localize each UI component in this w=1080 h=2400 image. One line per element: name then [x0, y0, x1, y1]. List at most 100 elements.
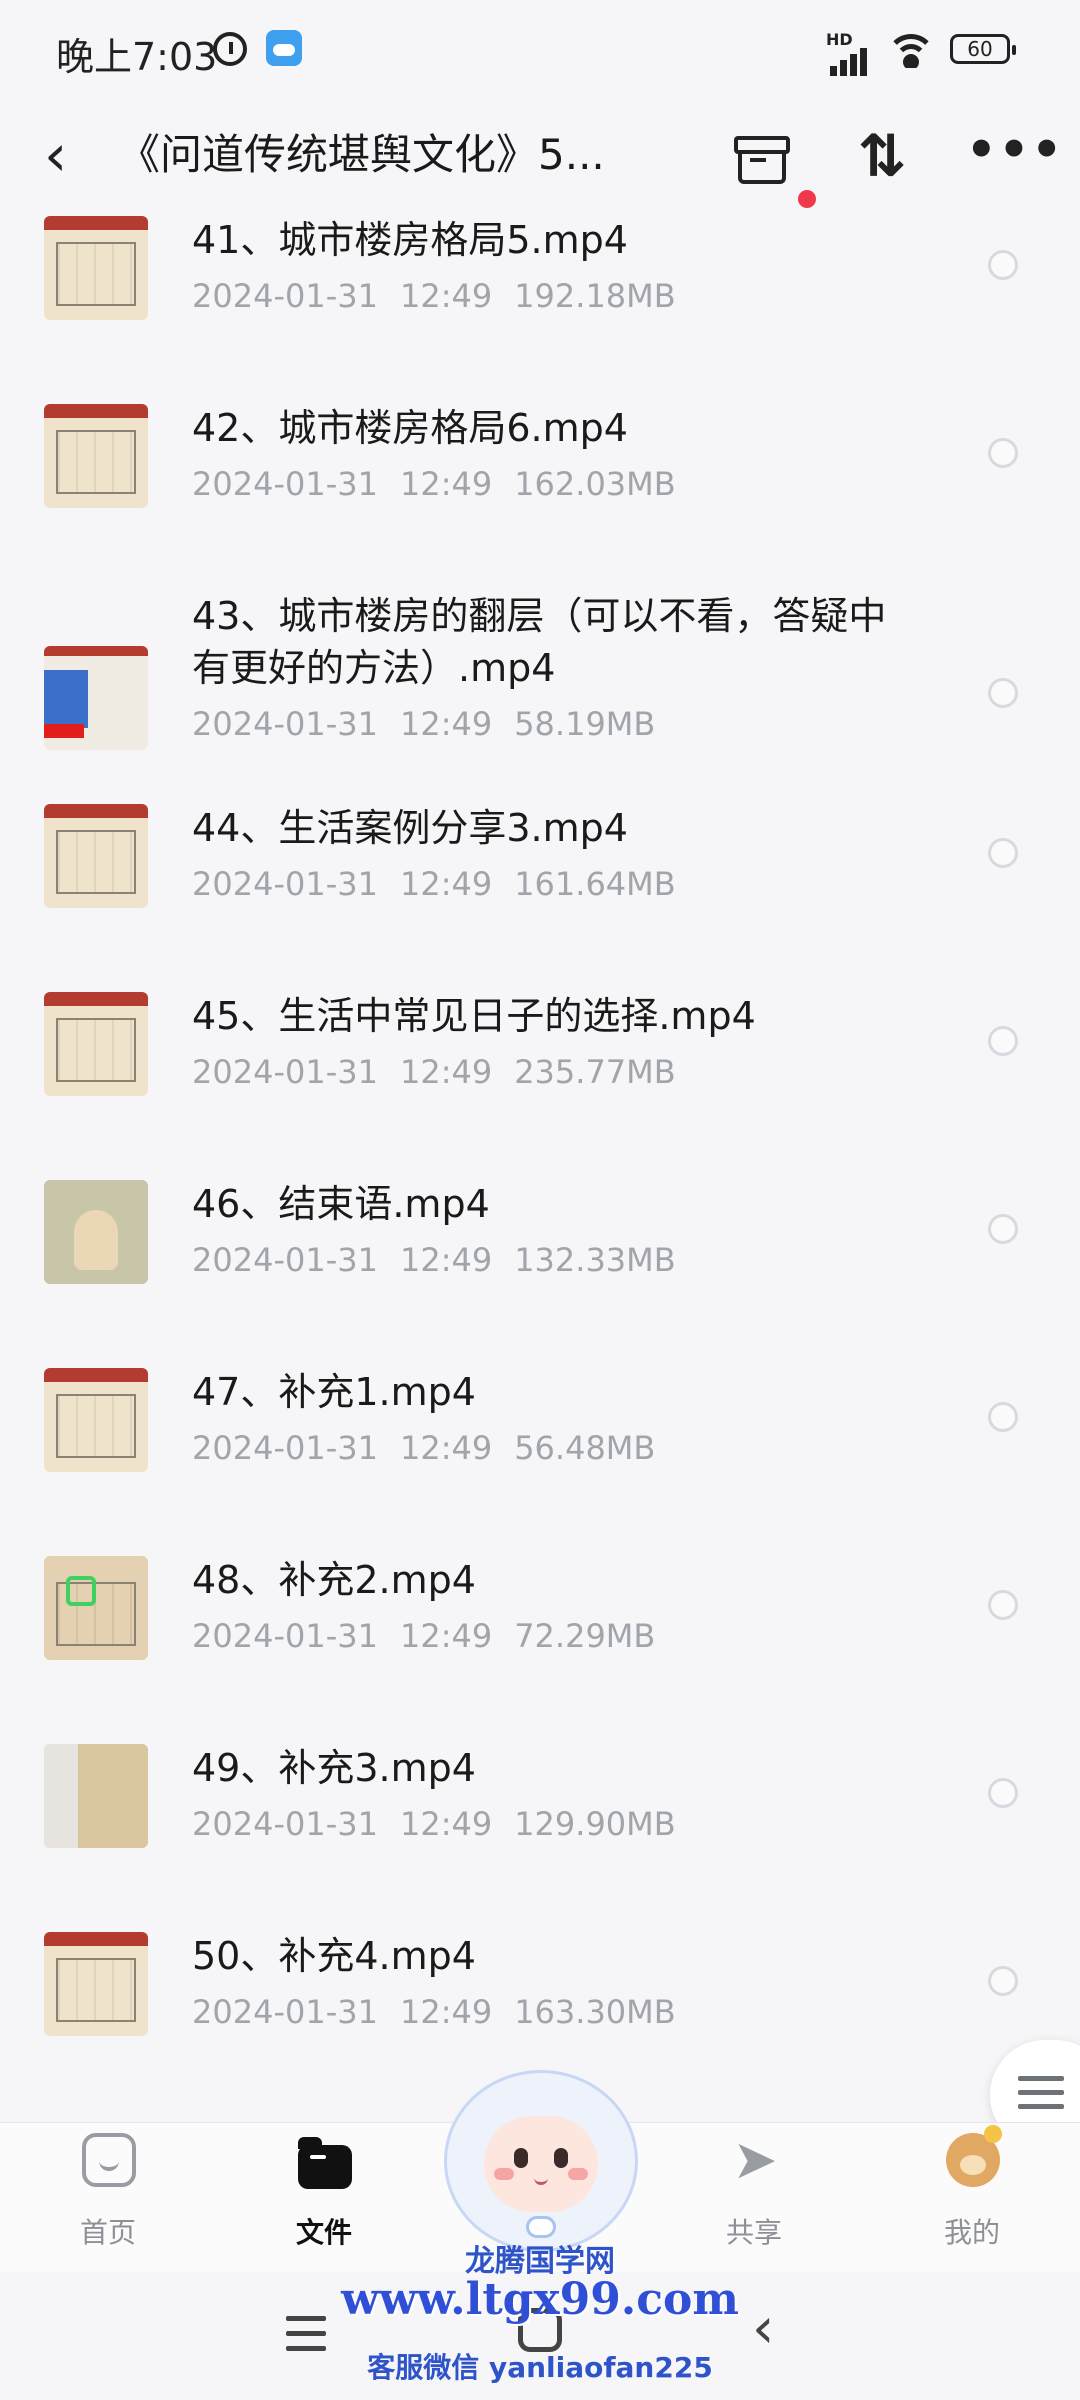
file-date: 2024-01-31 — [192, 865, 378, 903]
file-date: 2024-01-31 — [192, 1993, 378, 2031]
select-radio[interactable] — [988, 838, 1018, 868]
file-date: 2024-01-31 — [192, 277, 378, 315]
back-icon[interactable]: ‹ — [44, 120, 84, 190]
notification-dot — [798, 190, 816, 208]
wifi-icon — [886, 30, 936, 68]
file-meta: 2024-01-31 12:49 162.03MB — [192, 462, 676, 506]
file-time: 12:49 — [399, 1241, 493, 1279]
video-thumbnail — [44, 646, 148, 750]
file-name-line2: 有更好的方法）.mp4 — [192, 646, 556, 690]
file-time: 12:49 — [399, 277, 493, 315]
more-icon[interactable]: ••• — [966, 124, 1062, 188]
file-date: 2024-01-31 — [192, 1805, 378, 1843]
file-date: 2024-01-31 — [192, 1241, 378, 1279]
select-radio[interactable] — [988, 1026, 1018, 1056]
file-name: 45、生活中常见日子的选择.mp4 — [192, 994, 756, 1038]
file-time: 12:49 — [399, 1805, 493, 1843]
file-size: 162.03MB — [514, 465, 676, 503]
status-bar: 晚上7:03 HD 60 — [0, 0, 1080, 100]
file-list-item[interactable]: 42、城市楼房格局6.mp4 2024-01-31 12:49 162.03MB — [0, 398, 1080, 586]
file-size: 129.90MB — [514, 1805, 676, 1843]
alarm-icon — [213, 32, 247, 66]
menu-lines-icon — [1018, 2076, 1064, 2118]
transfer-box-icon[interactable] — [730, 124, 794, 188]
file-time: 12:49 — [399, 465, 493, 503]
file-size: 58.19MB — [514, 705, 656, 743]
file-meta: 2024-01-31 12:49 192.18MB — [192, 274, 676, 318]
file-list-item[interactable]: 44、生活案例分享3.mp4 2024-01-31 12:49 161.64MB — [0, 798, 1080, 986]
file-date: 2024-01-31 — [192, 465, 378, 503]
file-list-item[interactable]: 45、生活中常见日子的选择.mp4 2024-01-31 12:49 235.77MB — [0, 986, 1080, 1174]
file-meta: 2024-01-31 12:49 72.29MB — [192, 1614, 655, 1658]
file-size: 163.30MB — [514, 1993, 676, 2031]
file-time: 12:49 — [399, 1617, 493, 1655]
assistant-mascot[interactable] — [438, 2070, 644, 2260]
file-name: 43、城市楼房的翻层（可以不看，答疑中 — [192, 594, 887, 638]
file-name: 46、结束语.mp4 — [192, 1182, 490, 1226]
bear-avatar-icon — [946, 2125, 1002, 2187]
file-meta: 2024-01-31 12:49 56.48MB — [192, 1426, 655, 1470]
video-thumbnail — [44, 1368, 148, 1472]
watermark-contact: 客服微信 yanliaofan225 — [367, 2351, 713, 2384]
file-name: 42、城市楼房格局6.mp4 — [192, 406, 628, 450]
video-thumbnail — [44, 1556, 148, 1660]
file-list-item[interactable]: 48、补充2.mp4 2024-01-31 12:49 72.29MB — [0, 1550, 1080, 1738]
select-radio[interactable] — [988, 1402, 1018, 1432]
file-list-item[interactable]: 47、补充1.mp4 2024-01-31 12:49 56.48MB — [0, 1362, 1080, 1550]
video-thumbnail — [44, 404, 148, 508]
select-radio[interactable] — [988, 1778, 1018, 1808]
file-name: 41、城市楼房格局5.mp4 — [192, 218, 628, 262]
file-meta: 2024-01-31 12:49 129.90MB — [192, 1802, 676, 1846]
video-thumbnail — [44, 804, 148, 908]
select-radio[interactable] — [988, 1590, 1018, 1620]
home-icon — [82, 2133, 136, 2187]
video-thumbnail — [44, 1932, 148, 2036]
select-radio[interactable] — [988, 438, 1018, 468]
file-size: 72.29MB — [514, 1617, 656, 1655]
file-meta: 2024-01-31 12:49 235.77MB — [192, 1050, 676, 1094]
file-name: 48、补充2.mp4 — [192, 1558, 476, 1602]
top-bar: ‹ 《问道传统堪舆文化》5... ⇅ ••• — [0, 100, 1080, 210]
status-time: 晚上7:03 — [56, 35, 218, 79]
file-list-item[interactable]: 41、城市楼房格局5.mp4 2024-01-31 12:49 192.18MB — [0, 210, 1080, 398]
file-size: 235.77MB — [514, 1053, 676, 1091]
share-icon: ➤ — [732, 2128, 778, 2191]
video-thumbnail — [44, 1180, 148, 1284]
file-name: 49、补充3.mp4 — [192, 1746, 476, 1790]
select-radio[interactable] — [988, 1214, 1018, 1244]
file-size: 56.48MB — [514, 1429, 656, 1467]
file-list-item[interactable]: 49、补充3.mp4 2024-01-31 12:49 129.90MB — [0, 1738, 1080, 1926]
file-list-item[interactable]: 46、结束语.mp4 2024-01-31 12:49 132.33MB — [0, 1174, 1080, 1362]
file-date: 2024-01-31 — [192, 1617, 378, 1655]
file-date: 2024-01-31 — [192, 1429, 378, 1467]
watermark-url: www.ltgx99.com — [341, 2274, 739, 2325]
file-date: 2024-01-31 — [192, 1053, 378, 1091]
file-time: 12:49 — [399, 1053, 493, 1091]
file-name: 47、补充1.mp4 — [192, 1370, 476, 1414]
select-radio[interactable] — [988, 250, 1018, 280]
file-time: 12:49 — [399, 705, 493, 743]
file-size: 192.18MB — [514, 277, 676, 315]
file-name: 50、补充4.mp4 — [192, 1934, 476, 1978]
video-thumbnail — [44, 992, 148, 1096]
select-radio[interactable] — [988, 678, 1018, 708]
file-time: 12:49 — [399, 865, 493, 903]
file-time: 12:49 — [399, 1993, 493, 2031]
file-time: 12:49 — [399, 1429, 493, 1467]
file-size: 161.64MB — [514, 865, 676, 903]
folder-icon — [298, 2137, 352, 2189]
file-meta: 2024-01-31 12:49 163.30MB — [192, 1990, 676, 2034]
file-list-item[interactable]: 43、城市楼房的翻层（可以不看，答疑中 有更好的方法）.mp4 2024-01-31… — [0, 586, 1080, 798]
select-radio[interactable] — [988, 1966, 1018, 1996]
video-thumbnail — [44, 216, 148, 320]
file-meta: 2024-01-31 12:49 132.33MB — [192, 1238, 676, 1282]
file-date: 2024-01-31 — [192, 705, 378, 743]
file-meta: 2024-01-31 12:49 58.19MB — [192, 702, 655, 746]
video-thumbnail — [44, 1744, 148, 1848]
file-size: 132.33MB — [514, 1241, 676, 1279]
sort-icon[interactable]: ⇅ — [850, 124, 914, 188]
file-meta: 2024-01-31 12:49 161.64MB — [192, 862, 676, 906]
file-name: 44、生活案例分享3.mp4 — [192, 806, 628, 850]
battery-icon: 60 — [950, 34, 1016, 64]
network-type: HD — [826, 30, 853, 49]
